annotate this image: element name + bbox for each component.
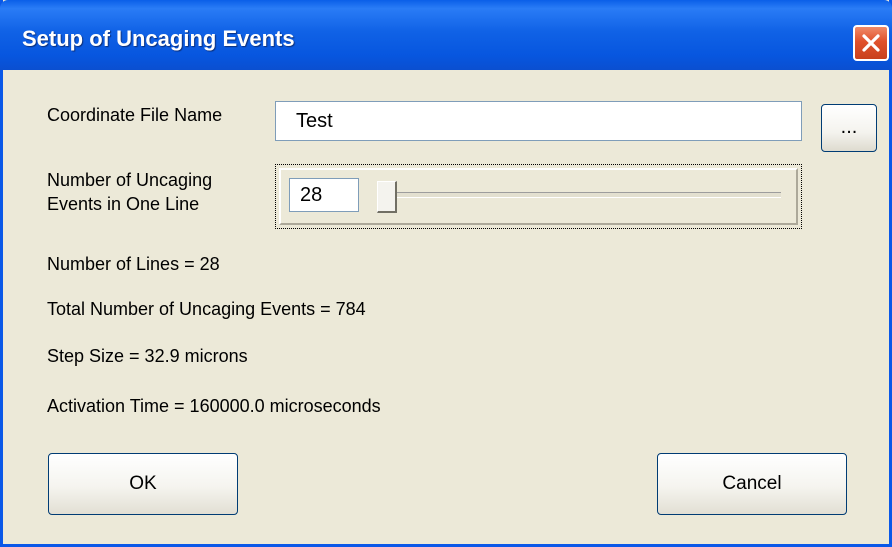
step-size-text: Step Size = 32.9 microns (47, 346, 248, 366)
activation-time-text: Activation Time = 160000.0 microseconds (47, 396, 381, 416)
events-per-line-label-line1: Number of Uncaging (47, 170, 213, 190)
events-per-line-frame: 28 (279, 168, 798, 225)
browse-button[interactable]: ... (821, 104, 877, 152)
events-per-line-slider-track[interactable] (381, 192, 781, 198)
setup-dialog: Setup of Uncaging Events Coordinate File… (0, 0, 892, 547)
events-per-line-input[interactable]: 28 (289, 178, 359, 212)
number-of-lines-text: Number of Lines = 28 (47, 254, 220, 274)
window-title: Setup of Uncaging Events (22, 26, 295, 51)
events-per-line-slider-thumb[interactable] (377, 181, 397, 213)
total-events-text: Total Number of Uncaging Events = 784 (47, 299, 366, 319)
coordinate-file-input[interactable]: Test (275, 101, 802, 141)
title-bar[interactable]: Setup of Uncaging Events (0, 0, 892, 70)
close-icon (862, 34, 880, 52)
coordinate-file-label: Coordinate File Name (47, 105, 223, 125)
close-button[interactable] (853, 25, 889, 61)
events-per-line-label-line2: Events in One Line (47, 194, 200, 214)
ok-button[interactable]: OK (48, 453, 238, 515)
cancel-button[interactable]: Cancel (657, 453, 847, 515)
events-per-line-group: 28 (275, 164, 802, 229)
